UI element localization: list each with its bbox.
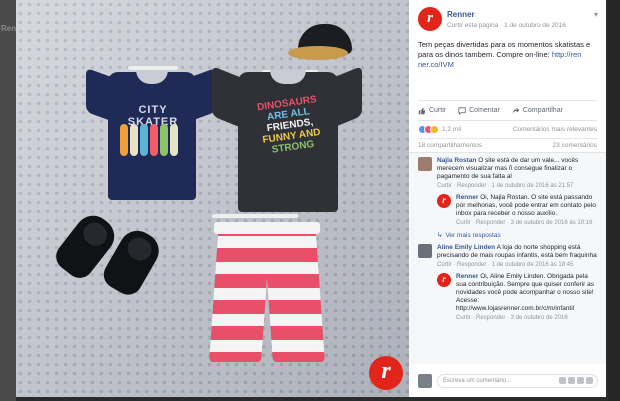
replier-name[interactable]: Renner [456, 194, 478, 201]
reply-arrow-icon: ↳ [437, 232, 443, 239]
chevron-down-icon[interactable]: ▾ [594, 10, 598, 19]
reply-item: r Renner Oi, Aline Emily Linden. Obrigad… [437, 273, 597, 322]
skateboards-graphic [120, 124, 186, 158]
current-user-avatar [418, 374, 432, 388]
engagement-counts: 18 compartilhamentos 23 comentários [418, 138, 597, 152]
post-side-panel: r Renner Curtir esta página · 1 de outub… [409, 0, 606, 397]
commenter-name[interactable]: Aline Emily Linden [437, 244, 495, 251]
comment-button[interactable]: Comentar [458, 106, 500, 115]
comment-input[interactable]: Escreva um comentário... [437, 374, 598, 388]
page-name-link[interactable]: Renner [447, 10, 475, 19]
replier-name[interactable]: Renner [456, 273, 478, 280]
share-icon [512, 107, 520, 113]
haha-reaction-icon[interactable] [430, 125, 439, 134]
emoji-icon[interactable] [559, 377, 566, 384]
navy-tshirt-image: CITY SKATER [86, 62, 216, 202]
comment-item: Aline Emily Linden A loja do norte shopp… [418, 244, 597, 269]
commenter-name[interactable]: Najla Rostan [437, 157, 476, 164]
page-avatar[interactable]: r [418, 7, 442, 31]
reply-item: r Renner Oi, Najla Rostan. O site está p… [437, 194, 597, 227]
post-text: Tem peças divertidas para os momentos sk… [418, 40, 591, 69]
hanger [212, 214, 298, 218]
view-more-replies-link[interactable]: ↳ Ver mais respostas [437, 231, 597, 240]
striped-shorts-image [209, 222, 325, 372]
comment-item: Najla Rostan O site está de dar um vale.… [418, 157, 597, 190]
renner-avatar[interactable]: r [437, 194, 451, 208]
post-action-bar: Curtir Comentar Compartilhar [418, 100, 597, 120]
background-page-edge: Ren [0, 0, 16, 401]
comment-sort-dropdown[interactable]: Comentários mais relevantes [513, 126, 597, 133]
share-button[interactable]: Compartilhar [512, 107, 563, 115]
comment-actions[interactable]: Curtir · Responder · 1 de outubro de 201… [437, 182, 597, 190]
grey-tshirt-image: DINOSAURS ARE ALL FRIENDS, FUNNY AND STR… [212, 58, 362, 218]
background-page-edge-right [608, 0, 620, 401]
post-photo[interactable]: CITY SKATER DINOSAURS ARE ALL FRIENDS, F… [16, 0, 409, 397]
reaction-count[interactable]: 1,2 mil [442, 126, 461, 133]
post-meta: Curtir esta página · 1 de outubro de 201… [447, 22, 566, 29]
comments-count[interactable]: 23 comentários [553, 142, 597, 149]
background-page-text: Ren [1, 24, 17, 33]
write-comment-box: Escreva um comentário... [418, 372, 598, 390]
sticker-icon[interactable] [586, 377, 593, 384]
renner-logo-badge: r [369, 356, 403, 390]
comment-tools [559, 377, 593, 384]
like-button[interactable]: Curtir [418, 107, 446, 115]
shares-count[interactable]: 18 compartilhamentos [418, 142, 482, 149]
renner-avatar[interactable]: r [437, 273, 451, 287]
comments-section: Najla Rostan O site está de dar um vale.… [409, 152, 606, 364]
commenter-avatar[interactable] [418, 244, 432, 258]
reply-actions[interactable]: Curtir · Responder · 3 de outubro de 201… [456, 219, 597, 227]
thumbs-up-icon [418, 107, 426, 114]
post-date[interactable]: 1 de outubro de 2016 [504, 22, 566, 29]
comment-actions[interactable]: Curtir · Responder · 1 de outubro de 201… [437, 261, 597, 269]
comment-icon [458, 106, 466, 115]
post-header: r Renner Curtir esta página · 1 de outub… [409, 0, 606, 40]
commenter-avatar[interactable] [418, 157, 432, 171]
reply-actions[interactable]: Curtir · Responder · 3 de outubro de 201… [456, 314, 597, 322]
gif-icon[interactable] [577, 377, 584, 384]
like-page-link[interactable]: Curtir esta página [447, 22, 498, 29]
camera-icon[interactable] [568, 377, 575, 384]
reactions-row: 1,2 mil Comentários mais relevantes [418, 120, 597, 138]
